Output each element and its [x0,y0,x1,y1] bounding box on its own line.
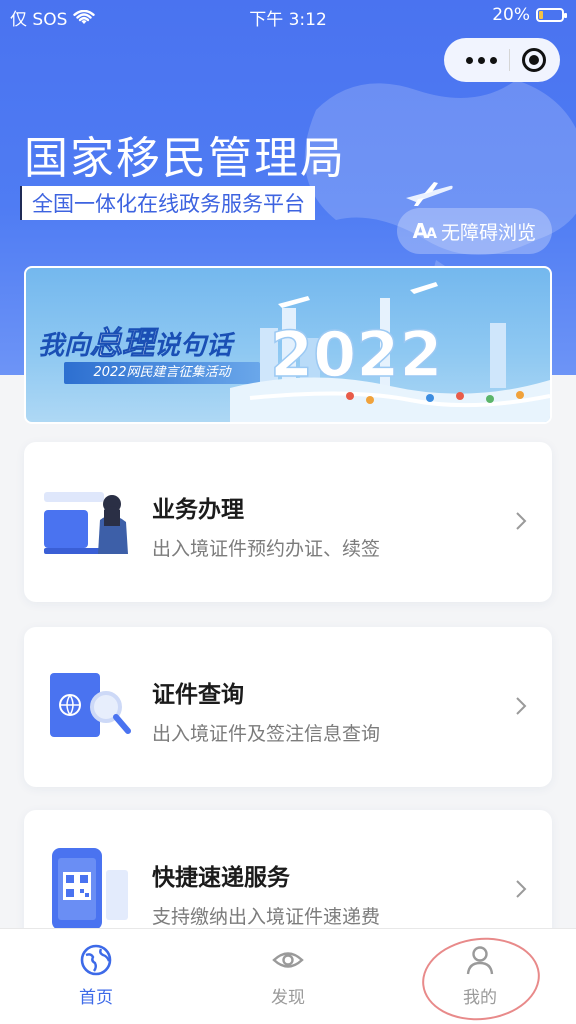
promo-banner[interactable]: 我向总理说句话 2022网民建言征集活动 2022 [24,266,552,424]
airplane-icon [406,182,453,206]
tab-bar: 首页 发现 我的 [0,928,576,1024]
banner-city-illustration: 2022 [230,282,550,422]
tab-label: 发现 [271,988,305,1008]
phone-qrcode-icon [52,848,128,930]
status-bar: 仅 SOS 下午 3:12 20% [0,0,576,32]
card-desc: 出入境证件预约办证、续签 [152,538,381,560]
target-circle-icon[interactable] [522,48,546,72]
card-title: 业务办理 [152,497,244,523]
page-title: 国家移民管理局 [24,133,346,184]
chevron-right-icon [516,697,527,715]
person-laptop-icon [44,492,128,554]
tab-label: 首页 [79,988,113,1008]
miniprogram-capsule [444,38,560,82]
font-size-icon: AA [412,219,437,243]
accessibility-button[interactable]: AA 无障碍浏览 [396,208,552,254]
accessibility-label: 无障碍浏览 [440,221,536,244]
battery-percent: 20% [492,5,530,25]
status-time: 下午 3:12 [249,10,327,30]
tab-discover[interactable]: 发现 [192,929,384,1024]
chevron-right-icon [516,880,527,898]
card-desc: 支持缴纳出入境证件速递费 [152,906,381,928]
card-desc: 出入境证件及签注信息查询 [152,723,381,745]
card-title: 证件查询 [152,682,244,708]
passport-search-icon [50,673,131,737]
eye-icon [272,952,304,968]
capsule-divider [509,49,510,71]
chevron-right-icon [516,512,527,530]
banner-title: 我向总理说句话 [38,324,233,363]
page-subtitle: 全国一体化在线政务服务平台 [22,186,315,220]
more-dots-icon[interactable] [466,56,497,64]
tab-home[interactable]: 首页 [0,929,192,1024]
card-certificate-query[interactable]: 证件查询 出入境证件及签注信息查询 [24,627,552,787]
card-business[interactable]: 业务办理 出入境证件预约办证、续签 [24,442,552,602]
tab-label: 我的 [463,988,497,1008]
tab-mine[interactable]: 我的 [384,929,576,1024]
card-title: 快捷速递服务 [152,865,290,891]
battery-icon [536,8,567,22]
globe-icon [80,944,112,976]
user-icon [466,946,494,975]
